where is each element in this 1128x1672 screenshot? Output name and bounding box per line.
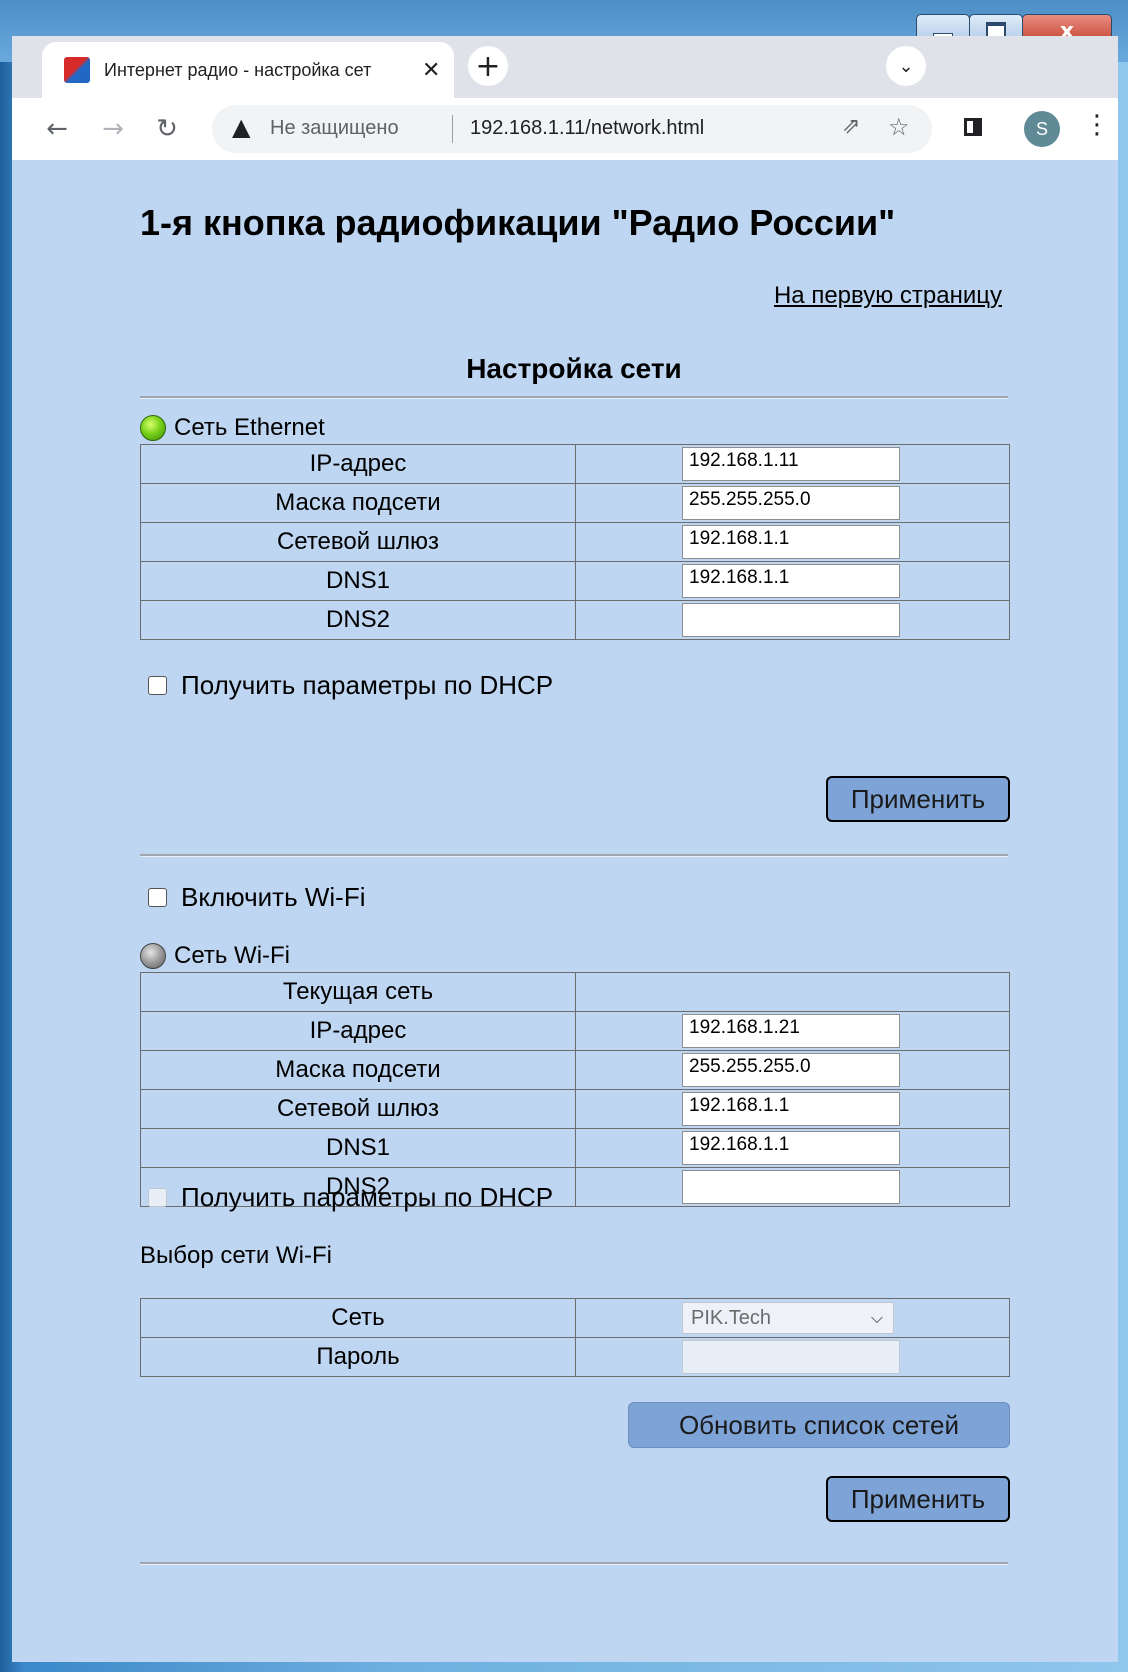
table-row: Маска подсети 255.255.255.0	[140, 1050, 1010, 1090]
ethernet-dns2-input[interactable]	[682, 603, 900, 637]
wifi-status-label: Сеть Wi-Fi	[174, 942, 291, 969]
wifi-network-select[interactable]: PIK.Tech ⌵	[682, 1302, 894, 1334]
table-row: Маска подсети 255.255.255.0	[140, 483, 1010, 523]
current-network-value	[575, 972, 1010, 1012]
table-row: DNS2	[140, 600, 1010, 640]
table-row: IP-адрес 192.168.1.11	[140, 444, 1010, 484]
table-row: Сеть PIK.Tech ⌵	[140, 1298, 1010, 1338]
wifi-ip-input[interactable]: 192.168.1.21	[682, 1014, 900, 1048]
wifi-table: Текущая сеть IP-адрес 192.168.1.21 Маска…	[140, 972, 1010, 1207]
wifi-network-value: PIK.Tech	[691, 1306, 772, 1329]
radio-favicon-icon	[64, 57, 90, 83]
wifi-dns1-input[interactable]: 192.168.1.1	[682, 1131, 900, 1165]
address-bar[interactable]: ▲ Не защищено 192.168.1.11/network.html …	[212, 105, 932, 153]
table-row: DNS1 192.168.1.1	[140, 561, 1010, 601]
ip-label: IP-адрес	[140, 1011, 576, 1051]
warning-icon[interactable]: ▲	[232, 113, 250, 141]
ethernet-apply-button[interactable]: Применить	[826, 776, 1010, 822]
ethernet-status-led-icon	[140, 415, 166, 441]
ethernet-mask-input[interactable]: 255.255.255.0	[682, 486, 900, 520]
wifi-enable-checkbox[interactable]	[148, 888, 167, 907]
divider	[140, 854, 1008, 857]
ethernet-status: Сеть Ethernet	[140, 414, 325, 442]
page-content: 1-я кнопка радиофикации "Радио России" Н…	[12, 160, 1118, 1662]
wifi-mask-input[interactable]: 255.255.255.0	[682, 1053, 900, 1087]
ethernet-dhcp-label: Получить параметры по DHCP	[181, 670, 554, 700]
network-label: Сеть	[140, 1298, 576, 1338]
wifi-select-title: Выбор сети Wi-Fi	[140, 1242, 332, 1269]
ethernet-table: IP-адрес 192.168.1.11 Маска подсети 255.…	[140, 444, 1010, 640]
wifi-enable-row: Включить Wi-Fi	[148, 882, 366, 913]
ethernet-ip-input[interactable]: 192.168.1.11	[682, 447, 900, 481]
wifi-status: Сеть Wi-Fi	[140, 942, 290, 970]
section-title: Настройка сети	[466, 353, 682, 384]
wifi-password-input[interactable]	[682, 1340, 900, 1374]
share-icon[interactable]: ⇗	[842, 114, 860, 139]
ethernet-dns1-input[interactable]: 192.168.1.1	[682, 564, 900, 598]
dns2-label: DNS2	[140, 600, 576, 640]
tab-title: Интернет радио - настройка сет	[104, 59, 372, 80]
dns1-label: DNS1	[140, 1128, 576, 1168]
url-text[interactable]: 192.168.1.11/network.html	[470, 117, 704, 140]
wifi-dns2-input[interactable]	[682, 1170, 900, 1204]
menu-kebab-icon[interactable]: ⋮	[1084, 110, 1110, 140]
mask-label: Маска подсети	[140, 1050, 576, 1090]
wifi-apply-button[interactable]: Применить	[826, 1476, 1010, 1522]
active-tab[interactable]: Интернет радио - настройка сет ✕	[42, 42, 454, 98]
table-row: Сетевой шлюз 192.168.1.1	[140, 522, 1010, 562]
ethernet-gateway-input[interactable]: 192.168.1.1	[682, 525, 900, 559]
divider	[140, 396, 1008, 399]
table-row: IP-адрес 192.168.1.21	[140, 1011, 1010, 1051]
table-row: DNS1 192.168.1.1	[140, 1128, 1010, 1168]
browser-toolbar: ← → ↻ ▲ Не защищено 192.168.1.11/network…	[12, 98, 1118, 160]
page-title: 1-я кнопка радиофикации "Радио России"	[140, 202, 896, 243]
table-row: Текущая сеть	[140, 972, 1010, 1012]
table-row: Сетевой шлюз 192.168.1.1	[140, 1089, 1010, 1129]
wifi-gateway-input[interactable]: 192.168.1.1	[682, 1092, 900, 1126]
tab-strip: Интернет радио - настройка сет ✕ + ⌄	[12, 36, 1118, 98]
address-separator	[452, 115, 453, 143]
reload-icon[interactable]: ↻	[148, 110, 186, 148]
back-arrow-icon[interactable]: ←	[38, 110, 76, 148]
gateway-label: Сетевой шлюз	[140, 522, 576, 562]
divider	[140, 1562, 1008, 1565]
gateway-label: Сетевой шлюз	[140, 1089, 576, 1129]
new-tab-button[interactable]: +	[468, 46, 508, 86]
table-row: Пароль	[140, 1337, 1010, 1377]
tab-close-icon[interactable]: ✕	[422, 58, 440, 83]
ethernet-dhcp-checkbox[interactable]	[148, 676, 167, 695]
security-status[interactable]: Не защищено	[270, 117, 399, 140]
ethernet-status-label: Сеть Ethernet	[174, 414, 325, 441]
wifi-status-led-icon	[140, 943, 166, 969]
wifi-dhcp-checkbox[interactable]	[148, 1188, 167, 1207]
ethernet-dhcp-row: Получить параметры по DHCP	[148, 670, 553, 701]
wifi-enable-label: Включить Wi-Fi	[181, 882, 366, 912]
current-network-label: Текущая сеть	[140, 972, 576, 1012]
wifi-dhcp-row: Получить параметры по DHCP	[148, 1182, 553, 1213]
side-panel-icon[interactable]	[964, 118, 982, 136]
wifi-dhcp-label: Получить параметры по DHCP	[181, 1182, 554, 1212]
bookmark-star-icon[interactable]: ☆	[888, 113, 910, 141]
refresh-networks-button[interactable]: Обновить список сетей	[628, 1402, 1010, 1448]
profile-avatar[interactable]: S	[1024, 111, 1060, 147]
password-label: Пароль	[140, 1337, 576, 1377]
ip-label: IP-адрес	[140, 444, 576, 484]
mask-label: Маска подсети	[140, 483, 576, 523]
dns1-label: DNS1	[140, 561, 576, 601]
tab-search-button[interactable]: ⌄	[886, 46, 926, 86]
wifi-select-table: Сеть PIK.Tech ⌵ Пароль	[140, 1298, 1010, 1377]
forward-arrow-icon[interactable]: →	[94, 110, 132, 148]
chevron-down-icon: ⌵	[870, 1308, 883, 1327]
home-link[interactable]: На первую страницу	[774, 282, 1002, 310]
